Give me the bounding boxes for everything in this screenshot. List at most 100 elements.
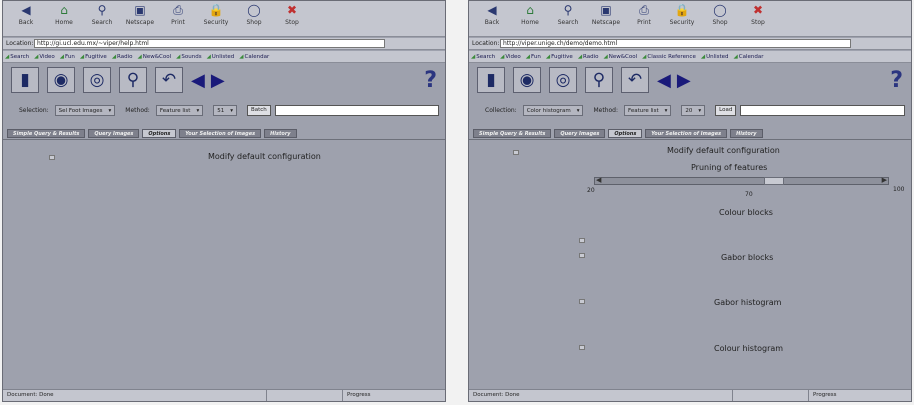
count-dropdown[interactable]: 51 ▾ bbox=[213, 104, 237, 116]
camera-icon[interactable]: ◎ bbox=[549, 67, 577, 93]
bookmark-item[interactable]: ◢Video bbox=[500, 54, 521, 60]
bookmark-item[interactable]: ◢Calendar bbox=[734, 54, 764, 60]
tab-options[interactable]: Options bbox=[142, 129, 177, 138]
chevron-down-icon: ▾ bbox=[664, 107, 668, 114]
bookmark-item[interactable]: ◢New&Cool bbox=[138, 54, 172, 60]
back-button[interactable]: ◀ Back bbox=[473, 3, 511, 36]
slider-left-icon[interactable]: ◀ bbox=[596, 176, 601, 184]
book-icon[interactable]: ▮ bbox=[477, 67, 505, 93]
load-button[interactable]: Load bbox=[715, 104, 737, 116]
tab-history[interactable]: History bbox=[730, 129, 763, 138]
colour-blocks-checkbox[interactable] bbox=[579, 238, 585, 243]
tab-your-selection[interactable]: Your Selection of Images bbox=[179, 129, 262, 138]
slider-thumb[interactable] bbox=[763, 177, 784, 185]
method-dropdown[interactable]: Feature list ▾ bbox=[155, 104, 204, 116]
status-bar: Document: Done Progress bbox=[3, 389, 445, 401]
palette-icon[interactable]: ◉ bbox=[513, 67, 541, 93]
tab-divider bbox=[469, 139, 911, 140]
netscape-button[interactable]: ▣ Netscape bbox=[587, 3, 625, 36]
query-selectors: Collection: Color histogram ▾ Method: Fea… bbox=[469, 102, 911, 118]
help-icon[interactable]: ? bbox=[890, 68, 903, 93]
home-button[interactable]: ⌂ Home bbox=[45, 3, 83, 36]
bookmark-item[interactable]: ◢Sounds bbox=[176, 54, 201, 60]
gabor-blocks-checkbox[interactable] bbox=[579, 253, 585, 258]
url-input[interactable]: http://viper.unige.ch/demo/demo.html bbox=[500, 39, 851, 48]
bookmark-icon: ◢ bbox=[733, 53, 738, 60]
shop-icon: ◯ bbox=[713, 3, 727, 17]
tab-simple-query[interactable]: Simple Query & Results bbox=[7, 129, 86, 138]
query-input[interactable] bbox=[274, 104, 439, 116]
undo-icon[interactable]: ↶ bbox=[155, 67, 183, 93]
gabor-histogram-checkbox[interactable] bbox=[579, 299, 585, 304]
method-dropdown[interactable]: Feature list ▾ bbox=[624, 104, 672, 116]
tab-your-selection[interactable]: Your Selection of Images bbox=[645, 129, 728, 138]
previous-icon[interactable]: ◀ bbox=[191, 70, 205, 91]
camera-icon[interactable]: ◎ bbox=[83, 67, 111, 93]
shop-button[interactable]: ◯ Shop bbox=[701, 3, 739, 36]
colour-histogram-checkbox[interactable] bbox=[579, 345, 585, 350]
query-input[interactable] bbox=[740, 104, 905, 116]
bookmark-icon: ◢ bbox=[5, 53, 10, 60]
location-label: Location: bbox=[6, 40, 34, 47]
bookmark-icon: ◢ bbox=[471, 53, 476, 60]
pruning-slider[interactable]: ◀ ▶ bbox=[594, 176, 889, 185]
bookmark-icon: ◢ bbox=[176, 53, 181, 60]
print-button[interactable]: ⎙ Print bbox=[625, 3, 663, 36]
bookmark-item[interactable]: ◢Search bbox=[5, 54, 29, 60]
palette-icon[interactable]: ◉ bbox=[47, 67, 75, 93]
bookmark-item[interactable]: ◢Unlisted bbox=[701, 54, 729, 60]
binoculars-icon[interactable]: ⚲ bbox=[119, 67, 147, 93]
stop-button[interactable]: ✖ Stop bbox=[273, 3, 311, 36]
print-button[interactable]: ⎙ Print bbox=[159, 3, 197, 36]
home-button[interactable]: ⌂ Home bbox=[511, 3, 549, 36]
shop-button[interactable]: ◯ Shop bbox=[235, 3, 273, 36]
bookmark-item[interactable]: ◢Fun bbox=[60, 54, 75, 60]
binoculars-icon[interactable]: ⚲ bbox=[585, 67, 613, 93]
status-security bbox=[733, 390, 809, 401]
help-icon[interactable]: ? bbox=[424, 68, 437, 93]
slider-min-label: 20 bbox=[587, 187, 595, 194]
count-dropdown[interactable]: 20 ▾ bbox=[681, 104, 706, 116]
back-button[interactable]: ◀ Back bbox=[7, 3, 45, 36]
bookmark-item[interactable]: ◢Fugitive bbox=[80, 54, 107, 60]
url-input[interactable]: http://gi.ucl.edu.mx/~viper/help.html bbox=[34, 39, 385, 48]
search-button[interactable]: ⚲ Search bbox=[83, 3, 121, 36]
security-button[interactable]: 🔒 Security bbox=[197, 3, 235, 36]
tab-options[interactable]: Options bbox=[608, 129, 643, 138]
bookmark-item[interactable]: ◢Calendar bbox=[239, 54, 269, 60]
tab-simple-query[interactable]: Simple Query & Results bbox=[473, 129, 552, 138]
bookmark-item[interactable]: ◢Radio bbox=[112, 54, 133, 60]
modify-config-checkbox[interactable] bbox=[513, 150, 519, 155]
tab-query-images[interactable]: Query Images bbox=[554, 129, 606, 138]
bookmark-item[interactable]: ◢Video bbox=[34, 54, 55, 60]
bookmark-icon: ◢ bbox=[79, 53, 85, 60]
bookmark-item[interactable]: ◢Radio bbox=[578, 54, 599, 60]
slider-right-icon[interactable]: ▶ bbox=[882, 176, 887, 184]
bookmark-item[interactable]: ◢Search bbox=[471, 54, 495, 60]
back-icon: ◀ bbox=[487, 3, 497, 17]
netscape-button[interactable]: ▣ Netscape bbox=[121, 3, 159, 36]
undo-icon[interactable]: ↶ bbox=[621, 67, 649, 93]
previous-icon[interactable]: ◀ bbox=[657, 70, 671, 91]
method-label: Method: bbox=[593, 106, 618, 114]
search-button[interactable]: ⚲ Search bbox=[549, 3, 587, 36]
bookmark-item[interactable]: ◢Classic Reference bbox=[642, 54, 696, 60]
selection-dropdown[interactable]: Sel Foot Images ▾ bbox=[54, 104, 116, 116]
edit-button[interactable]: Batch bbox=[246, 104, 271, 116]
next-icon[interactable]: ▶ bbox=[211, 70, 225, 91]
tab-history[interactable]: History bbox=[264, 129, 297, 138]
modify-config-checkbox[interactable] bbox=[49, 155, 55, 160]
tab-query-images[interactable]: Query Images bbox=[88, 129, 140, 138]
colour-histogram-label: Colour histogram bbox=[714, 344, 784, 353]
security-button[interactable]: 🔒 Security bbox=[663, 3, 701, 36]
bookmark-item[interactable]: ◢Unlisted bbox=[207, 54, 235, 60]
bookmark-item[interactable]: ◢Fugitive bbox=[546, 54, 573, 60]
stop-button[interactable]: ✖ Stop bbox=[739, 3, 777, 36]
bookmark-item[interactable]: ◢New&Cool bbox=[604, 54, 638, 60]
bookmark-icon: ◢ bbox=[500, 53, 505, 60]
next-icon[interactable]: ▶ bbox=[677, 70, 691, 91]
bookmark-item[interactable]: ◢Fun bbox=[526, 54, 541, 60]
book-icon[interactable]: ▮ bbox=[11, 67, 39, 93]
collection-dropdown[interactable]: Color histogram ▾ bbox=[522, 104, 584, 116]
app-toolbar: ▮ ◉ ◎ ⚲ ↶ ◀ ▶ ? bbox=[3, 64, 445, 96]
